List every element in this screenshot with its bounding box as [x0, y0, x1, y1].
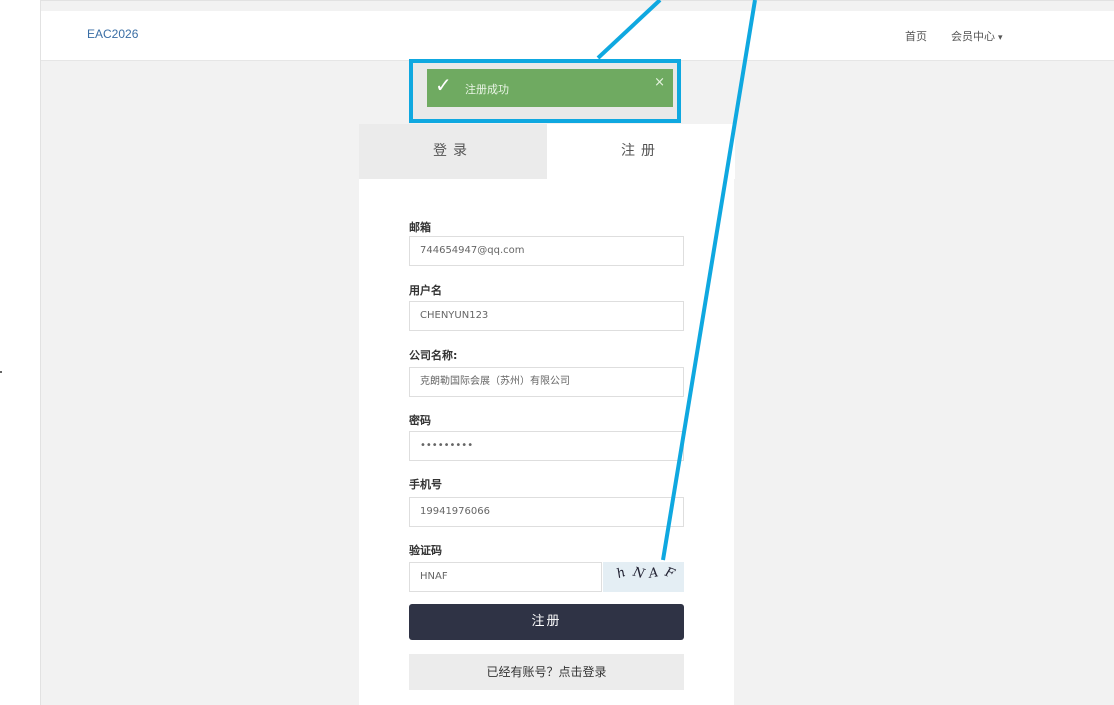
- browser-viewport: EAC2026 首页 会员中心 ▾ ✓ 注册成功 × 登录 注册 邮箱 74465…: [40, 0, 1114, 705]
- caret-down-icon: ▾: [998, 33, 1003, 43]
- password-label: 密码: [409, 414, 431, 427]
- edge-mark: [0, 371, 2, 373]
- auth-card: 登录 注册 邮箱 744654947@qq.com 用户名 CHENYUN123…: [359, 124, 735, 705]
- email-label: 邮箱: [409, 221, 431, 234]
- captcha-char: N: [631, 564, 647, 583]
- nav-member-center-dropdown[interactable]: 会员中心 ▾: [951, 28, 1003, 44]
- phone-label: 手机号: [409, 478, 442, 491]
- auth-tabs: 登录 注册: [359, 124, 735, 179]
- username-label: 用户名: [409, 284, 442, 297]
- nav-home-link[interactable]: 首页: [905, 28, 927, 44]
- captcha-image[interactable]: h N A F: [603, 562, 684, 592]
- check-icon: ✓: [435, 73, 452, 97]
- success-toast: ✓ 注册成功 ×: [427, 69, 673, 107]
- phone-field[interactable]: 19941976066: [409, 497, 684, 527]
- close-icon[interactable]: ×: [654, 75, 665, 90]
- company-label: 公司名称:: [409, 349, 458, 362]
- go-login-button[interactable]: 已经有账号？点击登录: [409, 654, 684, 690]
- nav-member-center-label: 会员中心: [951, 30, 995, 43]
- toast-highlight-box: ✓ 注册成功 ×: [409, 59, 681, 123]
- captcha-char: h: [614, 565, 628, 582]
- tab-register[interactable]: 注册: [547, 124, 735, 179]
- captcha-char: F: [662, 564, 677, 583]
- register-button[interactable]: 注册: [409, 604, 684, 640]
- toast-message: 注册成功: [465, 83, 509, 96]
- username-field[interactable]: CHENYUN123: [409, 301, 684, 331]
- brand-link[interactable]: EAC2026: [87, 27, 138, 41]
- company-field[interactable]: 克朗勒国际会展（苏州）有限公司: [409, 367, 684, 397]
- email-field[interactable]: 744654947@qq.com: [409, 236, 684, 266]
- captcha-field[interactable]: HNAF: [409, 562, 602, 592]
- password-field[interactable]: •••••••••: [409, 431, 684, 461]
- captcha-label: 验证码: [409, 544, 442, 557]
- captcha-char: A: [647, 565, 660, 582]
- top-navbar: EAC2026 首页 会员中心 ▾: [41, 11, 1114, 61]
- tab-login[interactable]: 登录: [359, 124, 547, 179]
